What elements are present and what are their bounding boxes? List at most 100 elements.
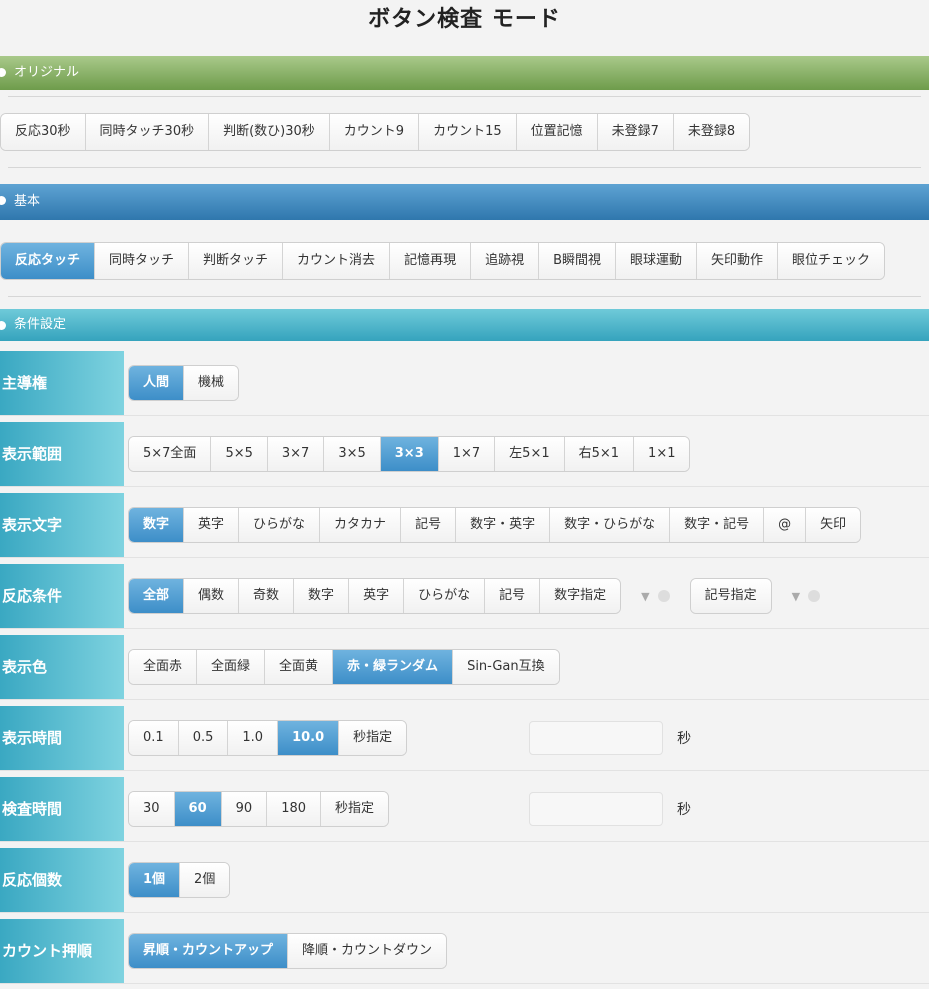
- condition-list: 主導権 人間 機械 表示範囲 5×7全面 5×5 3×7 3×5 3×3 1×7 左5×1 右5…: [0, 351, 929, 984]
- option-button[interactable]: 数字: [129, 508, 185, 542]
- chevron-down-icon: ▼: [641, 589, 650, 603]
- option-button[interactable]: 3×3: [380, 437, 439, 471]
- section-header-original[interactable]: オリジナル: [0, 56, 929, 90]
- option-button[interactable]: 数字指定: [540, 579, 621, 613]
- option-button[interactable]: 1個: [129, 863, 181, 897]
- option-button[interactable]: 同時タッチ: [95, 243, 190, 279]
- test-time-button-group: 30 60 90 180 秒指定: [128, 791, 390, 827]
- condition-label: 表示時間: [0, 706, 124, 770]
- option-button[interactable]: 反応30秒: [1, 114, 86, 150]
- option-button[interactable]: 1×7: [438, 437, 496, 471]
- collapse-icon: [0, 68, 6, 77]
- option-button[interactable]: 全面緑: [197, 650, 266, 684]
- option-button[interactable]: 判断タッチ: [189, 243, 284, 279]
- condition-label: 表示色: [0, 635, 124, 699]
- symbol-select-button[interactable]: 記号指定: [689, 578, 772, 614]
- option-button[interactable]: 追跡視: [471, 243, 540, 279]
- option-button[interactable]: 位置記憶: [516, 114, 598, 150]
- option-button[interactable]: 1×1: [634, 437, 690, 471]
- option-button[interactable]: 反応タッチ: [1, 243, 96, 279]
- condition-label: 表示文字: [0, 493, 124, 557]
- option-button[interactable]: 3×5: [324, 437, 381, 471]
- basic-button-group: 反応タッチ 同時タッチ 判断タッチ カウント消去 記憶再現 追跡視 B瞬間視 眼球運動 矢印動作…: [0, 242, 886, 280]
- option-button[interactable]: ひらがな: [404, 579, 486, 613]
- option-button[interactable]: 奇数: [239, 579, 295, 613]
- option-button[interactable]: カタカナ: [320, 508, 402, 542]
- option-button[interactable]: 未登録7: [597, 114, 674, 150]
- option-button[interactable]: B瞬間視: [539, 243, 617, 279]
- option-button[interactable]: 秒指定: [321, 792, 389, 826]
- unit-label: 秒: [677, 731, 692, 747]
- condition-label: 検査時間: [0, 777, 124, 841]
- option-button[interactable]: 矢印: [806, 508, 861, 542]
- option-button[interactable]: 3×7: [267, 437, 325, 471]
- symbol-select[interactable]: ▼: [784, 581, 828, 611]
- number-select[interactable]: ▼: [633, 581, 677, 611]
- option-button[interactable]: 数字・記号: [670, 508, 765, 542]
- option-button[interactable]: 同時タッチ30秒: [85, 114, 210, 150]
- option-button[interactable]: 60: [174, 792, 222, 826]
- option-button[interactable]: 右5×1: [564, 437, 635, 471]
- option-button[interactable]: Sin-Gan互換: [453, 650, 559, 684]
- option-button[interactable]: 矢印動作: [697, 243, 779, 279]
- option-button[interactable]: 90: [221, 792, 268, 826]
- option-button[interactable]: 全部: [129, 579, 185, 613]
- test-time-input[interactable]: [529, 792, 664, 826]
- option-button[interactable]: 数字: [294, 579, 350, 613]
- option-button[interactable]: 左5×1: [495, 437, 565, 471]
- select-circle-icon: [808, 590, 821, 602]
- option-button[interactable]: 全面赤: [129, 650, 198, 684]
- order-button-group: 昇順・カウントアップ 降順・カウントダウン: [128, 933, 448, 969]
- condition-label: 主導権: [0, 351, 124, 415]
- option-button[interactable]: 英字: [184, 508, 240, 542]
- option-button[interactable]: 人間: [129, 366, 185, 400]
- section-title-original: オリジナル: [14, 65, 80, 80]
- option-button[interactable]: 機械: [184, 366, 239, 400]
- condition-row-test-time: 検査時間 30 60 90 180 秒指定 秒: [0, 777, 929, 842]
- leader-button-group: 人間 機械: [128, 365, 240, 401]
- option-button[interactable]: 眼位チェック: [778, 243, 885, 279]
- option-button[interactable]: 5×7全面: [129, 437, 212, 471]
- condition-row-chars: 表示文字 数字 英字 ひらがな カタカナ 記号 数字・英字 数字・ひらがな 数字・記号 @ 矢印: [0, 493, 929, 558]
- option-button[interactable]: 1.0: [228, 721, 279, 755]
- option-button[interactable]: 5×5: [211, 437, 268, 471]
- display-time-input[interactable]: [529, 721, 664, 755]
- option-button[interactable]: 30: [129, 792, 175, 826]
- option-button[interactable]: 記号: [401, 508, 457, 542]
- option-button[interactable]: カウント15: [419, 114, 517, 150]
- color-button-group: 全面赤 全面緑 全面黄 赤・緑ランダム Sin-Gan互換: [128, 649, 560, 685]
- option-button[interactable]: 記号: [485, 579, 541, 613]
- option-button[interactable]: 降順・カウントダウン: [288, 934, 447, 968]
- option-button[interactable]: カウント9: [329, 114, 420, 150]
- section-title-conditions: 条件設定: [14, 317, 67, 332]
- section-header-basic[interactable]: 基本: [0, 184, 929, 220]
- option-button[interactable]: 180: [267, 792, 322, 826]
- option-button[interactable]: 昇順・カウントアップ: [129, 934, 289, 968]
- condition-row-count: 反応個数 1個 2個: [0, 848, 929, 913]
- option-button[interactable]: 2個: [180, 863, 230, 897]
- unit-label: 秒: [677, 802, 692, 818]
- option-button[interactable]: 0.5: [178, 721, 229, 755]
- option-button[interactable]: 眼球運動: [616, 243, 698, 279]
- option-button[interactable]: カウント消去: [283, 243, 391, 279]
- option-button[interactable]: @: [764, 508, 807, 542]
- count-button-group: 1個 2個: [128, 862, 231, 898]
- option-button[interactable]: 数字・ひらがな: [550, 508, 671, 542]
- option-button[interactable]: 記憶再現: [390, 243, 472, 279]
- option-button[interactable]: 全面黄: [265, 650, 334, 684]
- page-title: ボタン検査 モード: [368, 7, 561, 32]
- symbol-option-label: 記号指定: [690, 579, 771, 613]
- option-button[interactable]: 数字・英字: [456, 508, 551, 542]
- option-button[interactable]: 0.1: [129, 721, 179, 755]
- option-button[interactable]: ひらがな: [239, 508, 321, 542]
- condition-row-display-time: 表示時間 0.1 0.5 1.0 10.0 秒指定 秒: [0, 706, 929, 771]
- option-button[interactable]: 判断(数ひ)30秒: [209, 114, 330, 150]
- option-button[interactable]: 偶数: [184, 579, 240, 613]
- condition-label: カウント押順: [0, 919, 124, 983]
- section-header-conditions[interactable]: 条件設定: [0, 309, 929, 341]
- option-button[interactable]: 未登録8: [673, 114, 750, 150]
- option-button[interactable]: 10.0: [278, 721, 340, 755]
- option-button[interactable]: 英字: [349, 579, 405, 613]
- option-button[interactable]: 赤・緑ランダム: [333, 650, 454, 684]
- option-button[interactable]: 秒指定: [339, 721, 407, 755]
